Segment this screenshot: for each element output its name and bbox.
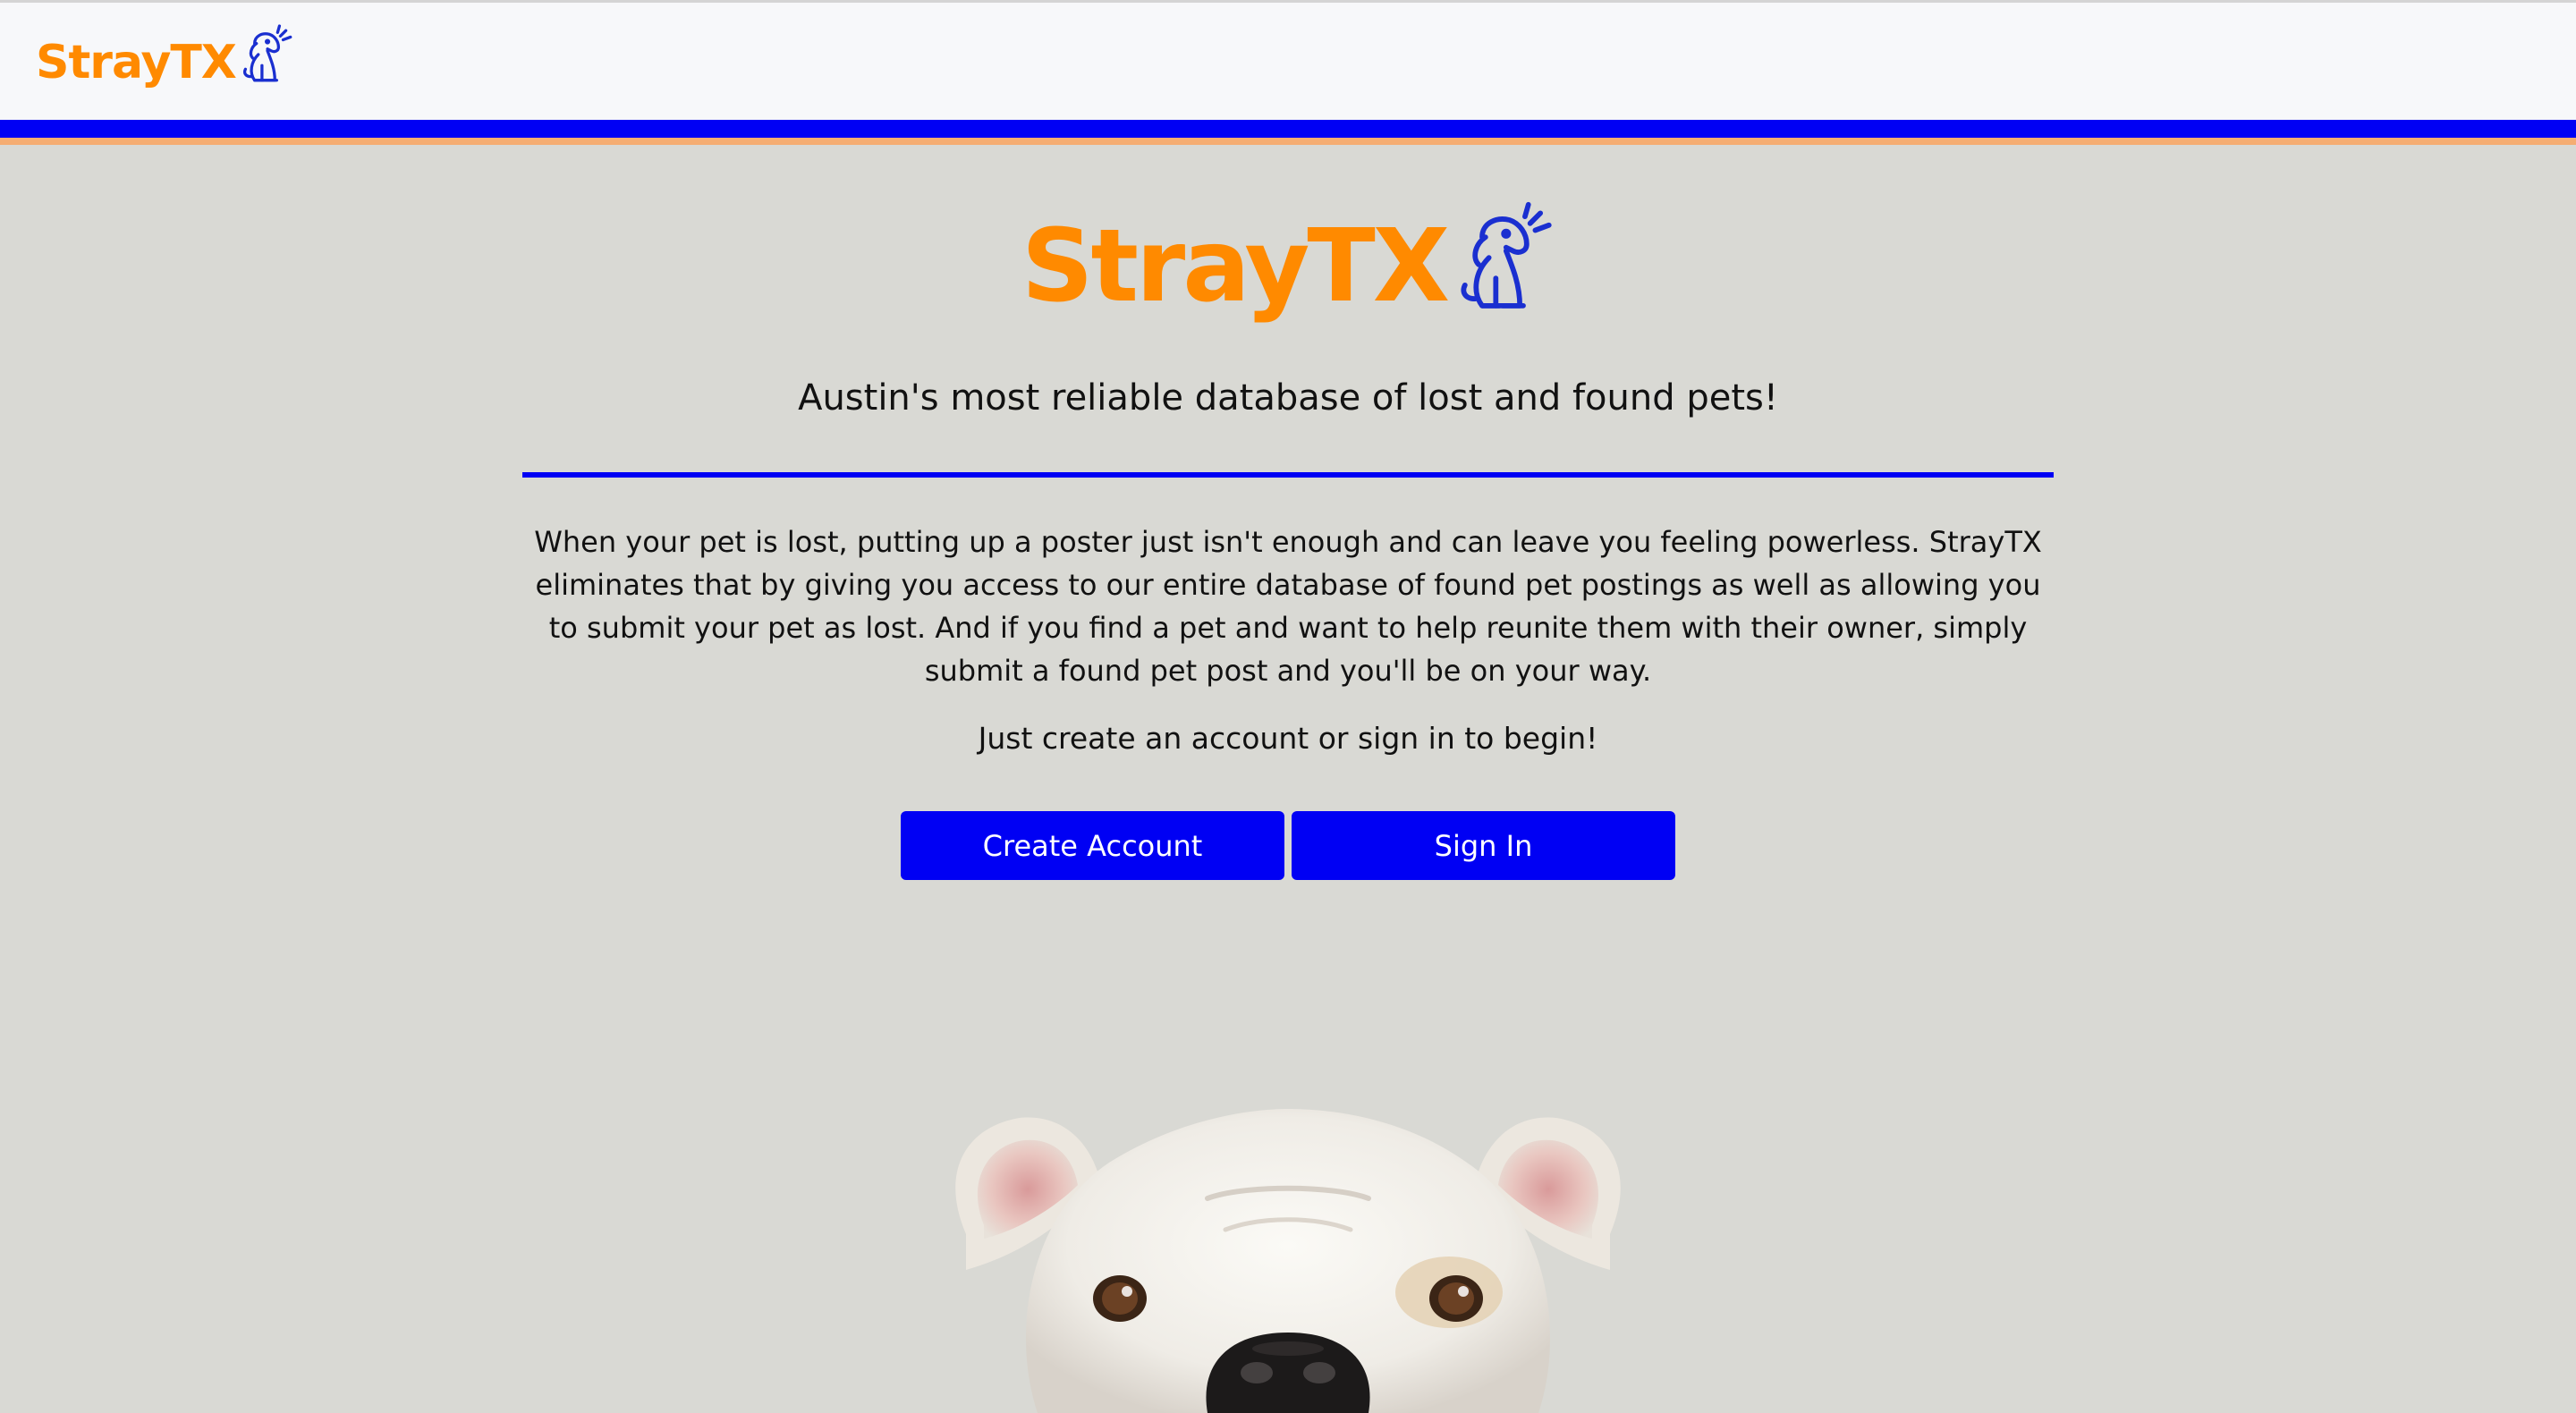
call-to-action-text: Just create an account or sign in to beg… [978, 721, 1598, 756]
dog-logo-icon [1461, 201, 1552, 309]
sign-in-button[interactable]: Sign In [1292, 811, 1675, 880]
tagline: Austin's most reliable database of lost … [798, 377, 1778, 419]
top-navbar: StrayTX [0, 0, 2576, 120]
hero-logo: StrayTX [0, 201, 2576, 325]
navbar-brand-link[interactable]: StrayTX [36, 22, 293, 103]
header-orange-stripe [0, 138, 2576, 145]
section-divider [522, 472, 2054, 478]
create-account-button[interactable]: Create Account [901, 811, 1284, 880]
bulldog-photo [955, 1109, 1621, 1413]
hero-logo-text: StrayTX [1021, 208, 1450, 325]
header-blue-stripe [0, 120, 2576, 138]
description-paragraph: When your pet is lost, putting up a post… [534, 525, 2042, 688]
dog-logo-icon [242, 24, 292, 82]
navbar-brand-text: StrayTX [36, 36, 237, 89]
